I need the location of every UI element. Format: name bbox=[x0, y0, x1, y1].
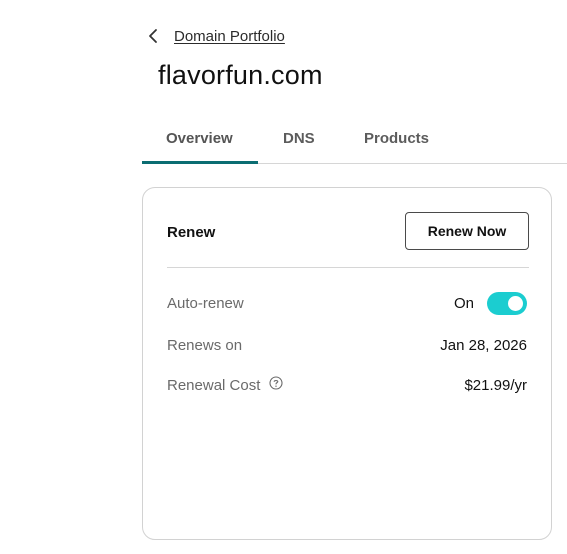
auto-renew-label: Auto-renew bbox=[167, 295, 244, 312]
renew-card: Renew Renew Now Auto-renew On Renews on … bbox=[142, 187, 552, 540]
tab-dns[interactable]: DNS bbox=[283, 120, 315, 162]
card-title: Renew bbox=[167, 224, 216, 241]
auto-renew-state: On bbox=[453, 295, 474, 312]
breadcrumb-link-domain-portfolio[interactable]: Domain Portfolio bbox=[174, 28, 285, 45]
toggle-knob bbox=[508, 296, 523, 311]
renewal-cost-row: Renewal Cost bbox=[167, 375, 283, 394]
divider bbox=[167, 267, 529, 268]
tab-products[interactable]: Products bbox=[364, 120, 429, 162]
renews-on-value: Jan 28, 2026 bbox=[440, 337, 527, 354]
tab-bar: Overview DNS Products bbox=[142, 120, 567, 164]
renewal-cost-value: $21.99/yr bbox=[464, 377, 527, 394]
auto-renew-control: On bbox=[454, 292, 527, 315]
page-title: flavorfun.com bbox=[158, 60, 323, 90]
auto-renew-toggle[interactable] bbox=[487, 292, 527, 315]
tab-overview[interactable]: Overview bbox=[166, 120, 233, 162]
active-tab-indicator bbox=[142, 161, 258, 164]
breadcrumb[interactable]: Domain Portfolio bbox=[146, 24, 285, 48]
question-circle-icon[interactable] bbox=[269, 375, 283, 390]
chevron-left-icon[interactable] bbox=[146, 27, 160, 45]
renew-now-button[interactable]: Renew Now bbox=[405, 212, 529, 250]
domain-detail-page: Domain Portfolio flavorfun.com Overview … bbox=[0, 0, 567, 554]
renews-on-label: Renews on bbox=[167, 337, 243, 354]
renewal-cost-label: Renewal Cost bbox=[167, 377, 261, 394]
